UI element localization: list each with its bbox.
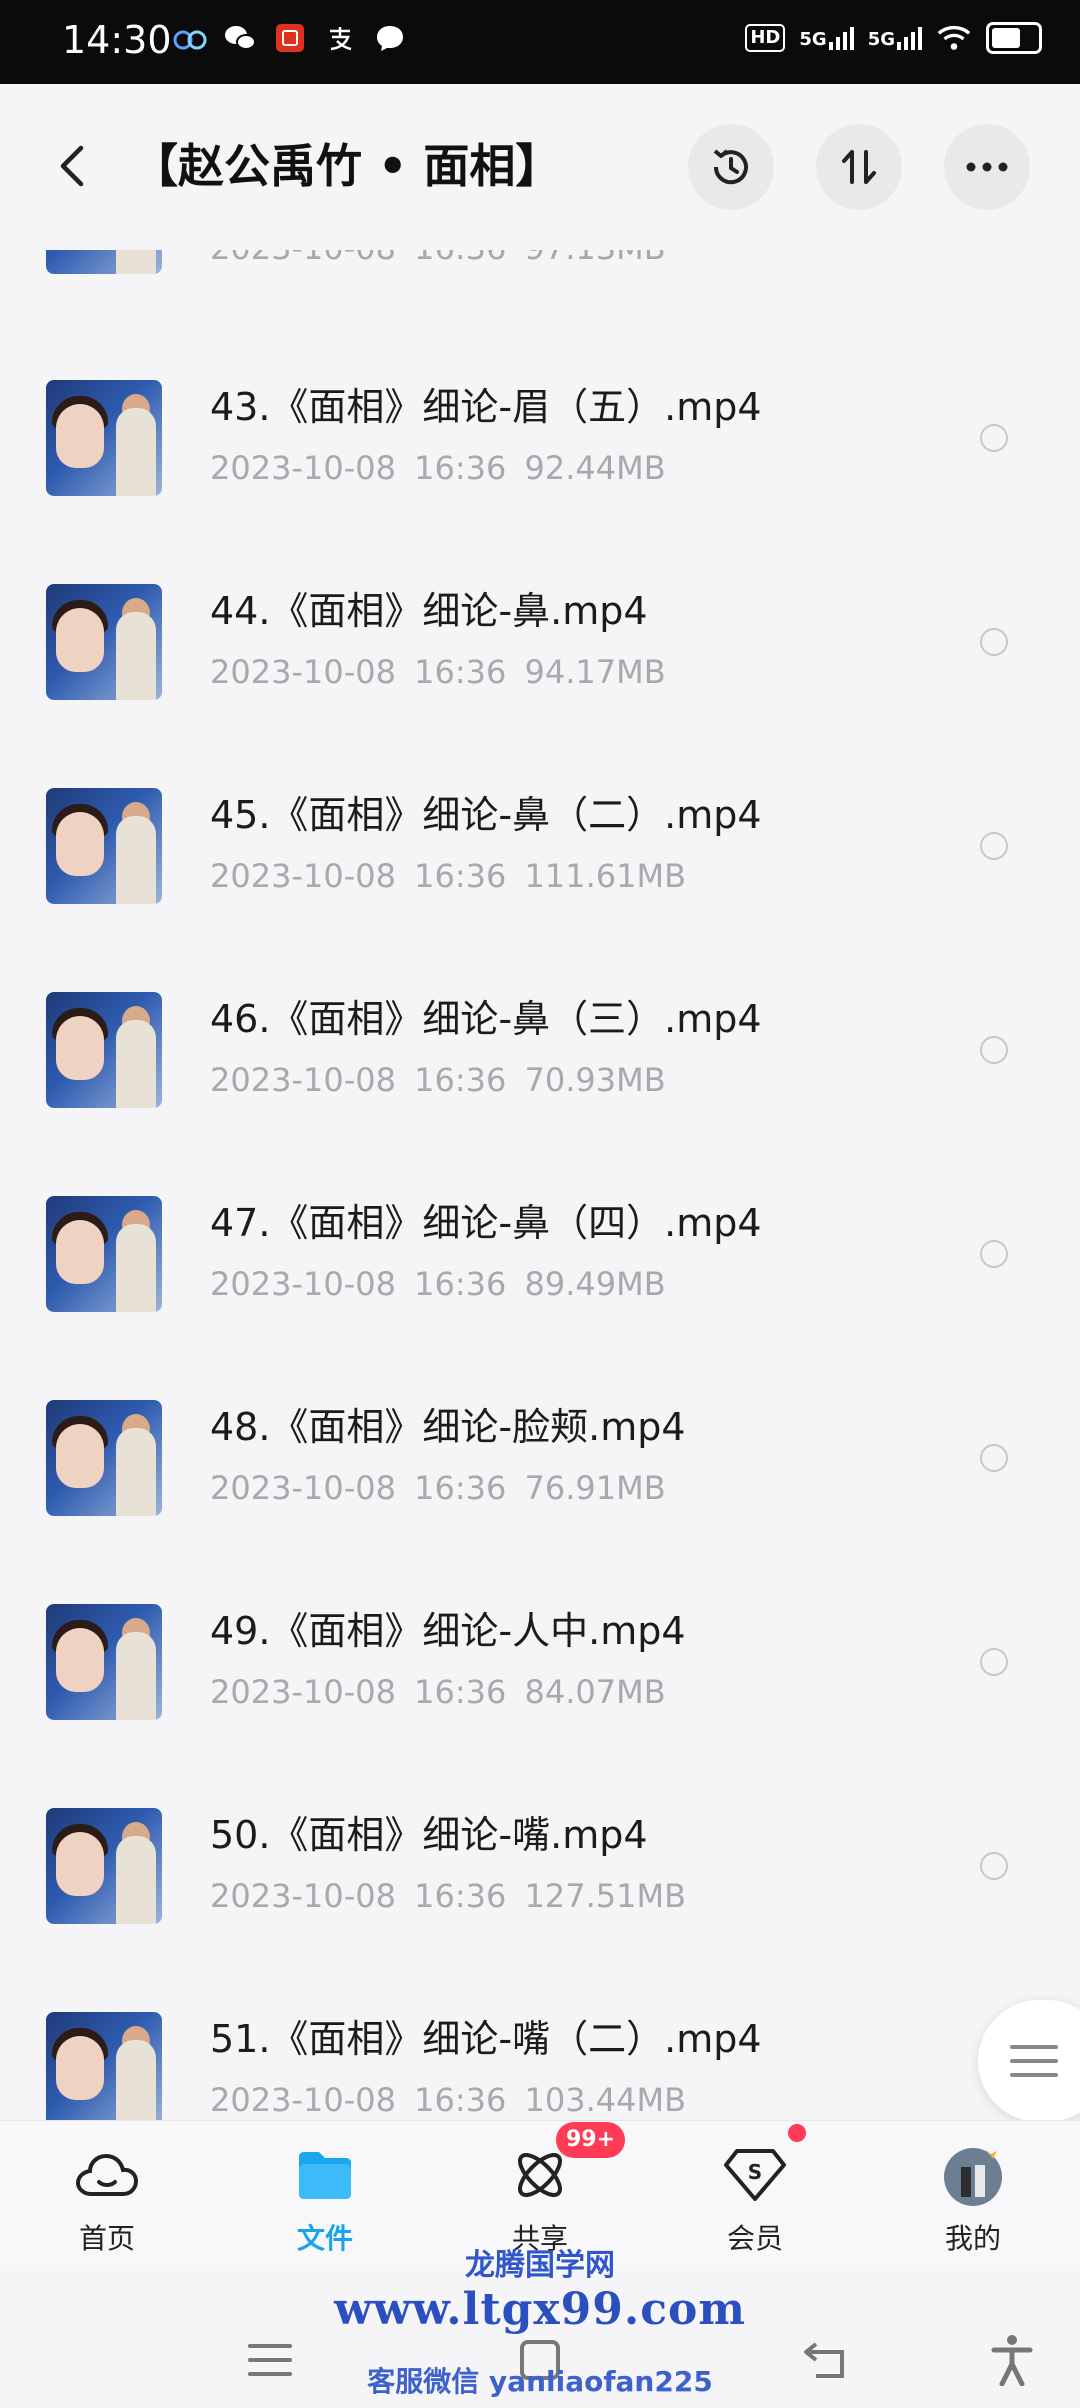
status-bar: 14:30 HD 5G 5G [0,0,1080,84]
more-button[interactable] [944,124,1030,210]
select-checkbox[interactable] [980,1852,1008,1880]
select-checkbox[interactable] [980,1240,1008,1268]
select-checkbox[interactable] [980,832,1008,860]
video-thumbnail [46,1400,162,1516]
wifi-icon [936,20,972,56]
file-row[interactable]: 44.《面相》细论-鼻.mp4 2023-10-08 16:36 94.17MB [0,564,1080,768]
video-thumbnail [46,1604,162,1720]
file-row[interactable]: 2023-10-08 16:36 97.13MB [0,250,1080,360]
file-row[interactable]: 47.《面相》细论-鼻（四）.mp4 2023-10-08 16:36 89.4… [0,1176,1080,1380]
top-bar: 【赵公禹竹 • 面相】 [0,84,1080,250]
watermark-site-name: 龙腾国学网 [465,2248,615,2283]
file-meta: 2023-10-08 16:36 97.13MB [210,250,666,270]
menu-lines-icon [1010,2045,1058,2077]
vip-diamond-icon: S [723,2143,787,2207]
file-row[interactable]: 48.《面相》细论-脸颊.mp4 2023-10-08 16:36 76.91M… [0,1380,1080,1584]
watermark-url: www.ltgx99.com [334,2284,746,2335]
file-row[interactable]: 43.《面相》细论-眉（五）.mp4 2023-10-08 16:36 92.4… [0,360,1080,564]
file-meta: 2023-10-08 16:36 70.93MB [210,1061,666,1099]
cloud-icon [75,2143,139,2207]
file-row[interactable]: 46.《面相》细论-鼻（三）.mp4 2023-10-08 16:36 70.9… [0,972,1080,1176]
taobao-icon [272,20,308,56]
file-meta: 2023-10-08 16:36 76.91MB [210,1469,666,1507]
hd-indicator: HD [745,24,786,52]
file-name: 44.《面相》细论-鼻.mp4 [210,589,648,633]
history-button[interactable] [688,124,774,210]
avatar [941,2143,1005,2207]
svg-text:S: S [748,2160,762,2184]
chevron-left-icon [60,145,84,187]
share-badge: 99+ [556,2122,626,2158]
file-meta: 2023-10-08 16:36 89.49MB [210,1265,666,1303]
video-thumbnail [46,380,162,496]
video-thumbnail [46,584,162,700]
baidu-netdisk-icon [172,20,208,56]
file-meta: 2023-10-08 16:36 111.61MB [210,857,687,895]
wechat-icon [222,20,258,56]
system-indicators: HD 5G 5G [745,20,1042,56]
signal-1: 5G [799,26,854,50]
file-row[interactable]: 45.《面相》细论-鼻（二）.mp4 2023-10-08 16:36 111.… [0,768,1080,972]
file-row[interactable]: 51.《面相》细论-嘴（二）.mp4 2023-10-08 16:36 103.… [0,1992,1080,2120]
file-meta: 2023-10-08 16:36 92.44MB [210,449,666,487]
sort-icon [842,150,876,184]
sort-button[interactable] [816,124,902,210]
file-meta: 2023-10-08 16:36 84.07MB [210,1673,666,1711]
alipay-icon [322,20,358,56]
file-row[interactable]: 49.《面相》细论-人中.mp4 2023-10-08 16:36 84.07M… [0,1584,1080,1788]
battery-icon [986,22,1042,54]
select-checkbox[interactable] [980,424,1008,452]
page-title: 【赵公禹竹 • 面相】 [132,139,562,193]
back-button[interactable] [42,136,102,196]
more-icon [966,162,1008,172]
file-name: 49.《面相》细论-人中.mp4 [210,1609,686,1653]
file-meta: 2023-10-08 16:36 103.44MB [210,2081,687,2119]
video-thumbnail [46,992,162,1108]
file-meta: 2023-10-08 16:36 94.17MB [210,653,666,691]
status-time: 14:30 [62,18,172,62]
message-icon [372,20,408,56]
vip-notification-dot [788,2124,806,2142]
select-checkbox[interactable] [980,1036,1008,1064]
file-name: 48.《面相》细论-脸颊.mp4 [210,1405,686,1449]
notification-icons [172,20,408,56]
file-name: 45.《面相》细论-鼻（二）.mp4 [210,793,762,837]
video-thumbnail [46,788,162,904]
file-name: 46.《面相》细论-鼻（三）.mp4 [210,997,762,1041]
video-thumbnail [46,1196,162,1312]
file-meta: 2023-10-08 16:36 127.51MB [210,1877,687,1915]
history-icon [713,149,748,185]
select-checkbox[interactable] [980,1444,1008,1472]
video-thumbnail [46,2012,162,2120]
watermark-contact: 客服微信 yanliaofan225 [367,2365,713,2398]
file-name: 51.《面相》细论-嘴（二）.mp4 [210,2017,762,2061]
file-row[interactable]: 50.《面相》细论-嘴.mp4 2023-10-08 16:36 127.51M… [0,1788,1080,1992]
video-thumbnail [46,1808,162,1924]
file-name: 43.《面相》细论-眉（五）.mp4 [210,385,762,429]
folder-icon [293,2143,357,2207]
file-name: 50.《面相》细论-嘴.mp4 [210,1813,648,1857]
signal-2: 5G [868,26,922,50]
video-thumbnail [46,250,162,274]
file-name: 47.《面相》细论-鼻（四）.mp4 [210,1201,762,1245]
select-checkbox[interactable] [980,1648,1008,1676]
file-list: 2023-10-08 16:36 97.13MB 43.《面相》细论-眉（五）.… [0,250,1080,2120]
select-checkbox[interactable] [980,628,1008,656]
